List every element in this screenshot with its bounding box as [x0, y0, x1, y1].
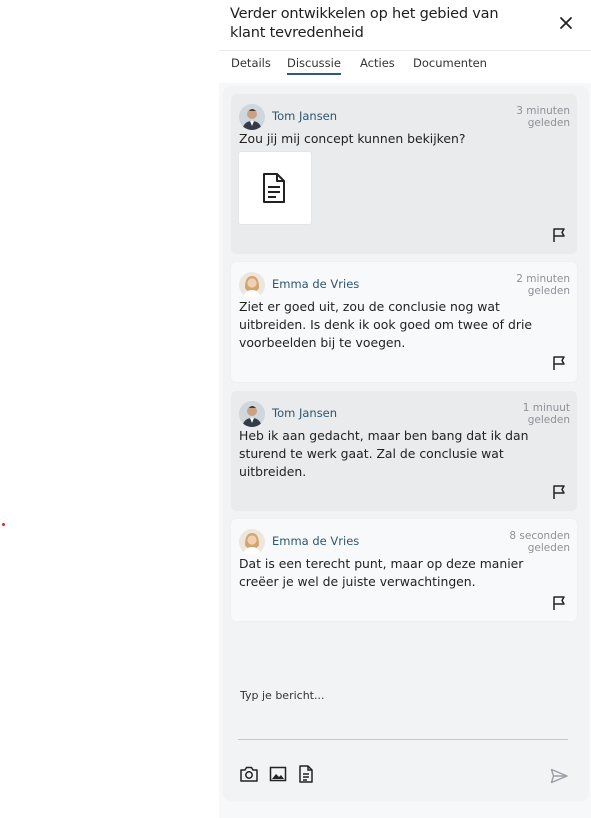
message-timestamp: 3 minuten geleden [516, 105, 570, 129]
avatar [239, 104, 265, 130]
flag-icon[interactable] [551, 595, 567, 611]
red-marker-dot [2, 523, 5, 526]
document-icon [263, 173, 285, 203]
document-icon[interactable] [296, 764, 316, 784]
message-composer: Typ je bericht... [223, 676, 589, 801]
message-item: Emma de Vries 2 minuten geleden Ziet er g… [231, 262, 577, 382]
message-item: Tom Jansen 1 minuut geleden Heb ik aan ge… [231, 391, 577, 511]
message-text: Dat is een terecht punt, maar op deze ma… [239, 556, 524, 589]
message-author[interactable]: Emma de Vries [272, 534, 359, 548]
message-item: Tom Jansen 3 minuten geleden Zou jij mij … [231, 94, 577, 254]
message-author[interactable]: Tom Jansen [272, 406, 337, 420]
message-text: Heb ik aan gedacht, maar ben bang dat ik… [239, 428, 529, 479]
tab-acties[interactable]: Acties [360, 56, 395, 73]
image-icon[interactable] [268, 764, 288, 784]
message-timestamp: 2 minuten geleden [516, 273, 570, 297]
message-author[interactable]: Emma de Vries [272, 277, 359, 291]
message-text: Zou jij mij concept kunnen bekijken? [239, 131, 466, 146]
camera-icon[interactable] [239, 764, 259, 784]
flag-icon[interactable] [551, 227, 567, 243]
tab-discussie[interactable]: Discussie [287, 56, 341, 75]
message-text: Ziet er goed uit, zou de conclusie nog w… [239, 299, 533, 350]
message-timestamp: 1 minuut geleden [522, 402, 570, 426]
attachment-tile[interactable] [238, 151, 312, 225]
avatar [239, 272, 265, 298]
message-thread: Tom Jansen 3 minuten geleden Zou jij mij … [223, 86, 589, 801]
input-underline [238, 739, 568, 740]
tab-bar: Details Discussie Acties Documenten [219, 51, 591, 83]
message-input[interactable]: Typ je bericht... [240, 689, 324, 702]
panel-header: Verder ontwikkelen op het gebied van kla… [219, 0, 591, 51]
avatar [239, 401, 265, 427]
tab-documenten[interactable]: Documenten [413, 56, 487, 73]
tab-details[interactable]: Details [231, 56, 271, 73]
flag-icon[interactable] [551, 484, 567, 500]
flag-icon[interactable] [551, 355, 567, 371]
message-timestamp: 8 seconden geleden [509, 530, 570, 554]
message-author[interactable]: Tom Jansen [272, 109, 337, 123]
send-icon[interactable] [549, 766, 569, 786]
panel-title: Verder ontwikkelen op het gebied van kla… [230, 6, 499, 41]
avatar [239, 529, 265, 555]
close-icon[interactable] [555, 12, 577, 34]
discussion-panel: Verder ontwikkelen op het gebied van kla… [219, 0, 591, 818]
message-item: Emma de Vries 8 seconden geleden Dat is e… [231, 519, 577, 621]
